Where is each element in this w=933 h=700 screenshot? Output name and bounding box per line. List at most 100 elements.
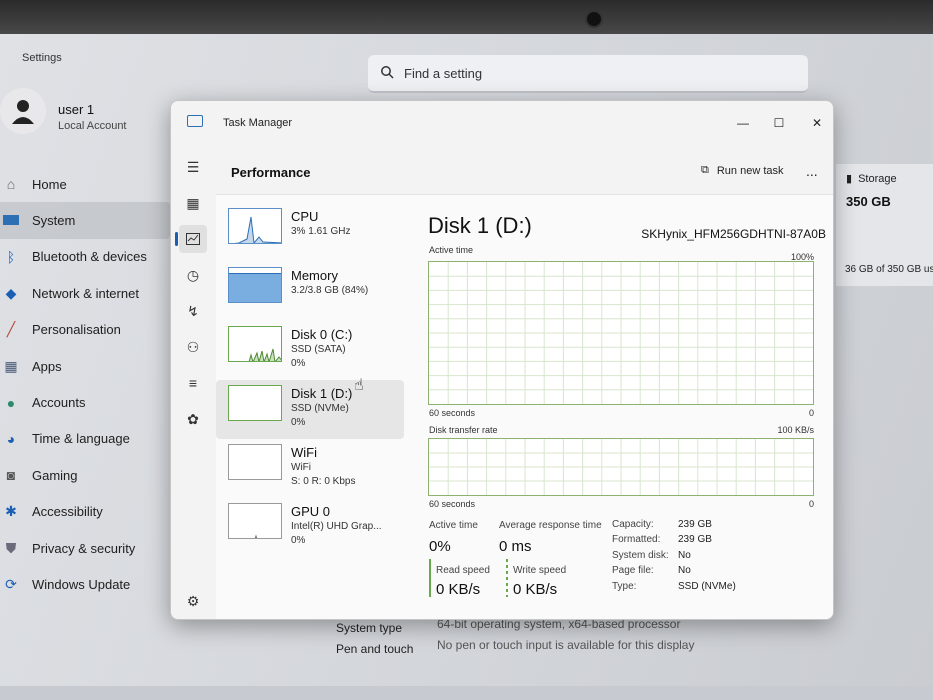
resource-item-cpu[interactable]: CPU 3% 1.61 GHz: [216, 203, 404, 262]
shield-icon: ⛊: [5, 539, 17, 556]
more-options-button[interactable]: ...: [806, 163, 818, 179]
window-title: Task Manager: [223, 117, 293, 129]
type-key: Type:: [612, 581, 637, 592]
run-new-task-button[interactable]: ⧉ Run new task: [701, 164, 784, 177]
run-task-icon: ⧉: [701, 164, 709, 176]
nav-label: Bluetooth & devices: [32, 249, 147, 265]
performance-icon[interactable]: [175, 225, 207, 253]
wifi-sparkline: [228, 444, 282, 480]
nav-item-accessibility[interactable]: ✱ Accessibility: [0, 494, 170, 530]
users-icon[interactable]: ⚇: [179, 333, 207, 361]
settings-nav: ⌂ Home System ᛒ Bluetooth & devices ◆ Netwo…: [0, 166, 170, 603]
storage-label-text: Storage: [858, 172, 897, 185]
app-history-icon[interactable]: ◷: [179, 261, 207, 289]
transfer-rate-grid: [429, 439, 813, 495]
spec-key: System type: [336, 621, 403, 635]
close-button[interactable]: ✕: [805, 113, 829, 133]
resource-name: Disk 0 (C:): [291, 327, 353, 342]
nav-item-home[interactable]: ⌂ Home: [0, 166, 170, 202]
write-speed-value: 0 KB/s: [513, 581, 558, 598]
settings-title: Settings: [22, 52, 62, 64]
system-disk-key: System disk:: [612, 550, 669, 561]
details-icon[interactable]: ≡: [179, 369, 207, 397]
spec-value: No pen or touch input is available for t…: [437, 638, 695, 652]
active-time-x-left: 60 seconds: [429, 408, 476, 418]
capacity-value: 239 GB: [678, 519, 712, 530]
nav-item-personalisation[interactable]: ╱ Personalisation: [0, 312, 170, 348]
nav-label: Time & language: [32, 431, 130, 447]
services-icon[interactable]: ✿: [179, 405, 207, 433]
update-icon: ⟳: [5, 575, 17, 592]
storage-label: ▮ Storage: [846, 172, 897, 186]
disk1-sparkline: [228, 385, 282, 421]
nav-item-windows-update[interactable]: ⟳ Windows Update: [0, 566, 170, 602]
search-input[interactable]: Find a setting: [368, 55, 808, 93]
avg-response-label: Average response time: [499, 520, 602, 531]
system-icon: [2, 212, 20, 230]
active-time-value: 0%: [429, 538, 451, 555]
nav-label: Accounts: [32, 395, 86, 411]
nav-item-apps[interactable]: ▦ Apps: [0, 348, 170, 384]
nav-label: Windows Update: [32, 576, 131, 592]
resource-stat: 3% 1.61 GHz: [291, 226, 351, 237]
disk-detail-pane: Disk 1 (D:) SKHynix_HFM256GDHTNI-87A0B A…: [428, 195, 828, 619]
read-speed-marker: [429, 559, 431, 597]
nav-item-network[interactable]: ◆ Network & internet: [0, 275, 170, 311]
avatar[interactable]: [0, 88, 46, 134]
nav-item-gaming[interactable]: ◙ Gaming: [0, 457, 170, 493]
resource-item-wifi[interactable]: WiFi WiFi S: 0 R: 0 Kbps: [216, 439, 404, 498]
nav-item-system[interactable]: System: [0, 202, 170, 239]
transfer-rate-chart: [428, 438, 814, 496]
transfer-x-left: 60 seconds: [429, 499, 476, 509]
processes-icon[interactable]: ▦: [179, 189, 207, 217]
resource-name: WiFi: [291, 445, 317, 460]
page-file-value: No: [678, 565, 691, 576]
title-bar[interactable]: Task Manager — ☐ ✕: [171, 101, 833, 145]
nav-label: Personalisation: [32, 322, 121, 338]
nav-rail: ☰ ▦ ◷ ↯ ⚇ ≡ ✿ ⚙: [171, 145, 215, 619]
resource-item-memory[interactable]: Memory 3.2/3.8 GB (84%): [216, 262, 404, 321]
read-speed-value: 0 KB/s: [436, 581, 481, 598]
performance-body: CPU 3% 1.61 GHz Memory 3.2/3.8 GB (84%) …: [216, 195, 833, 619]
mouse-cursor-icon: ☝: [354, 377, 364, 394]
resource-item-disk1[interactable]: Disk 1 (D:) SSD (NVMe) 0%: [216, 380, 404, 439]
disk0-sparkline: [228, 326, 282, 362]
resource-item-disk0[interactable]: Disk 0 (C:) SSD (SATA) 0%: [216, 321, 404, 380]
disk-title: Disk 1 (D:): [428, 213, 532, 238]
cpu-sparkline: [228, 208, 282, 244]
resource-name: GPU 0: [291, 504, 331, 519]
resource-usage: S: 0 R: 0 Kbps: [291, 476, 356, 487]
person-icon: [12, 100, 34, 124]
resource-usage: 0%: [291, 417, 306, 428]
gamepad-icon: ◙: [6, 467, 16, 484]
hamburger-menu-icon[interactable]: ☰: [179, 153, 207, 181]
write-speed-marker: [506, 559, 508, 597]
resource-usage: 0%: [291, 535, 306, 546]
nav-label: Accessibility: [32, 504, 103, 520]
user-account-type: Local Account: [58, 120, 127, 132]
capacity-key: Capacity:: [612, 519, 654, 530]
resource-stat: SSD (NVMe): [291, 403, 349, 414]
minimize-button[interactable]: —: [731, 113, 755, 133]
nav-item-privacy[interactable]: ⛊ Privacy & security: [0, 530, 170, 566]
user-name: user 1: [58, 102, 95, 117]
storage-icon: ▮: [846, 173, 853, 185]
maximize-button[interactable]: ☐: [767, 113, 791, 133]
startup-apps-icon[interactable]: ↯: [179, 297, 207, 325]
resource-item-gpu[interactable]: GPU 0 Intel(R) UHD Grap... 0%: [216, 498, 404, 557]
settings-gear-icon[interactable]: ⚙: [179, 587, 207, 615]
nav-item-bluetooth[interactable]: ᛒ Bluetooth & devices: [0, 239, 170, 275]
nav-item-time-language[interactable]: ◕ Time & language: [0, 421, 170, 457]
bluetooth-icon: ᛒ: [6, 248, 16, 265]
active-time-grid: [429, 262, 813, 404]
wifi-icon: ◆: [5, 284, 17, 301]
nav-label: System: [32, 213, 76, 229]
formatted-key: Formatted:: [612, 534, 661, 545]
gpu-sparkline: [228, 503, 282, 539]
nav-label: Gaming: [32, 467, 78, 483]
active-time-x-right: 0: [808, 408, 814, 418]
avg-response-value: 0 ms: [499, 538, 532, 555]
nav-item-accounts[interactable]: ● Accounts: [0, 384, 170, 420]
page-header: Performance ⧉ Run new task ...: [216, 155, 833, 195]
task-manager-window: Task Manager — ☐ ✕ ☰ ▦ ◷ ↯ ⚇ ≡ ✿ ⚙ Perfo…: [170, 100, 834, 620]
